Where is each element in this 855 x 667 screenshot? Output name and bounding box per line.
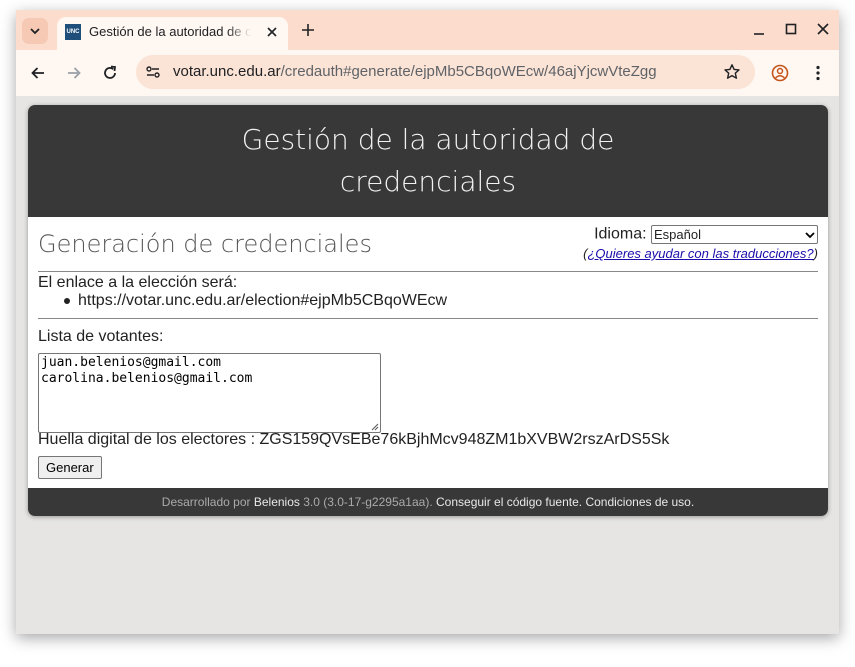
bookmark-star-icon[interactable] (723, 63, 741, 81)
fingerprint-label: Huella digital de los electores : (38, 431, 256, 448)
maximize-icon[interactable] (784, 22, 798, 36)
chevron-down-icon (30, 28, 40, 35)
window-close-icon[interactable] (816, 22, 830, 36)
voter-line: juan.belenios@gmail.com (41, 355, 222, 370)
minimize-icon[interactable] (752, 22, 766, 36)
language-selector: Idioma: Español (594, 225, 818, 244)
resize-handle-icon[interactable] (371, 423, 379, 431)
belenios-link[interactable]: Belenios (254, 495, 300, 509)
page-title: Gestión de la autoridad de credenciales (241, 123, 615, 198)
fingerprint-row: Huella digital de los electores : ZGS159… (38, 431, 669, 449)
tab-strip: UNC Gestión de la autoridad de credencia… (16, 10, 839, 50)
profile-icon[interactable] (771, 64, 789, 82)
bullet-dot (64, 298, 70, 304)
unc-favicon-icon: UNC (65, 24, 81, 40)
chevron-down-icon (805, 231, 815, 238)
back-arrow-icon[interactable] (29, 64, 47, 82)
tab-active[interactable]: UNC Gestión de la autoridad de credencia… (57, 17, 288, 50)
url-host: votar.unc.edu.ar (173, 63, 281, 80)
header-banner: Gestión de la autoridad de credenciales (28, 105, 828, 217)
reload-icon[interactable] (101, 64, 119, 82)
url-text: votar.unc.edu.ar/credauth#generate/ejpMb… (173, 63, 657, 80)
source-code-link[interactable]: Conseguir el código fuente. (436, 495, 582, 509)
translation-help: (¿Quieres ayudar con las traducciones?) (583, 246, 818, 261)
divider (38, 271, 818, 272)
footer-developed-by: Desarrollado por (161, 495, 251, 509)
terms-link[interactable]: Condiciones de uso. (585, 495, 694, 509)
tab-search-button[interactable] (22, 18, 48, 44)
close-icon[interactable] (265, 25, 279, 39)
fingerprint-value: ZGS159QVsEBe76kBjhMcv948ZM1bXVBW2rszArDS… (259, 431, 670, 448)
page-card: Gestión de la autoridad de credenciales … (28, 105, 828, 516)
paren-close: ) (813, 246, 818, 261)
browser-window: UNC Gestión de la autoridad de credencia… (16, 10, 839, 634)
site-settings-icon[interactable] (145, 64, 161, 80)
divider (38, 318, 818, 319)
address-bar[interactable]: votar.unc.edu.ar/credauth#generate/ejpMb… (136, 55, 755, 89)
language-selected-value: Español (654, 227, 701, 242)
tab-title: Gestión de la autoridad de credenciales (89, 24, 251, 39)
language-select[interactable]: Español (651, 225, 818, 244)
voters-textarea[interactable]: juan.belenios@gmail.com carolina.belenio… (38, 353, 381, 433)
generate-button[interactable]: Generar (38, 456, 102, 479)
browser-toolbar: votar.unc.edu.ar/credauth#generate/ejpMb… (16, 50, 839, 96)
url-path: /credauth#generate/ejpMb5CBqoWEcw/46ajYj… (280, 63, 657, 80)
footer: Desarrollado por Belenios 3.0 (3.0-17-g2… (28, 488, 828, 516)
new-tab-plus-icon[interactable] (299, 21, 317, 39)
more-menu-icon[interactable] (809, 64, 827, 82)
voter-line: carolina.belenios@gmail.com (41, 371, 253, 386)
section-title: Generación de credenciales (38, 230, 372, 258)
footer-version: 3.0 (3.0-17-g2295a1aa). (303, 495, 433, 509)
forward-arrow-icon[interactable] (65, 64, 83, 82)
election-link: https://votar.unc.edu.ar/election#ejpMb5… (78, 292, 448, 309)
translation-help-link[interactable]: ¿Quieres ayudar con las traducciones? (587, 246, 813, 261)
election-link-label: El enlace a la elección será: (38, 274, 238, 291)
voters-label: Lista de votantes: (38, 328, 164, 345)
language-label: Idioma: (594, 225, 647, 243)
